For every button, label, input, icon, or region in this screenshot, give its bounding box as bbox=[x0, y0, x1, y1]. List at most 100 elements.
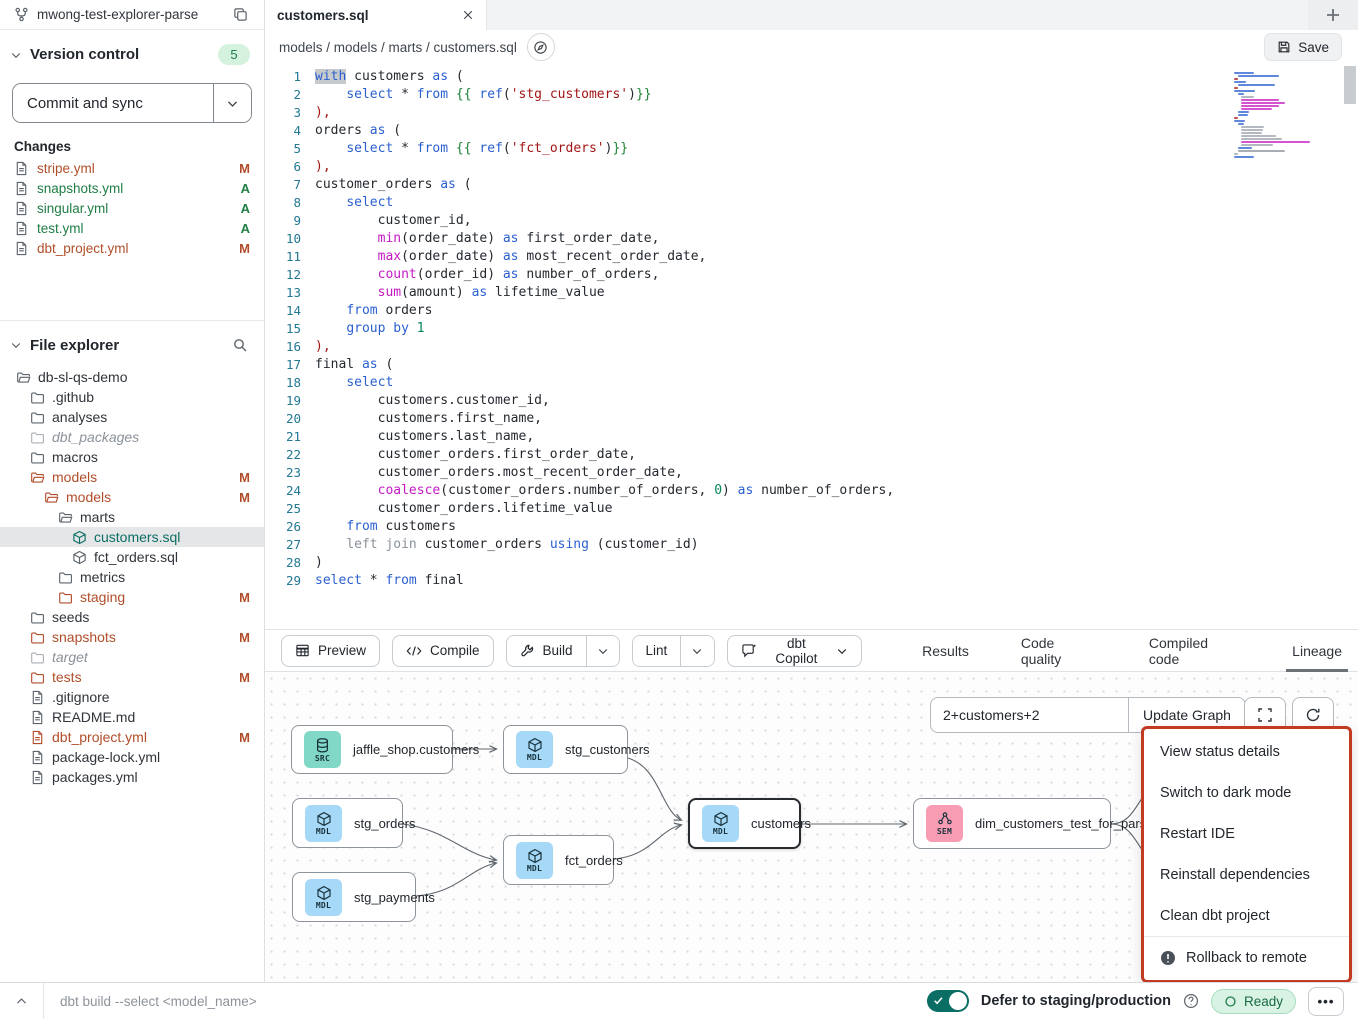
menu-item-rollback-to-remote[interactable]: Rollback to remote bbox=[1144, 937, 1349, 978]
commit-options-button[interactable] bbox=[213, 84, 251, 122]
dbt-copilot-button[interactable]: dbt Copilot bbox=[727, 635, 863, 667]
tree-item-models[interactable]: modelsM bbox=[0, 467, 264, 487]
node-type-badge: SEM bbox=[926, 805, 963, 842]
menu-item-reinstall-dependencies[interactable]: Reinstall dependencies bbox=[1144, 854, 1349, 895]
changes-count-badge: 5 bbox=[218, 44, 250, 65]
panel-tabs: Results Code quality Compiled code Lineage bbox=[922, 630, 1342, 672]
file-icon bbox=[14, 161, 29, 176]
tree-item--github[interactable]: .github bbox=[0, 387, 264, 407]
status-bar: dbt build --select <model_name> Defer to… bbox=[0, 982, 1358, 1019]
build-options-button[interactable] bbox=[586, 636, 619, 666]
code-line: 20 customers.first_name, bbox=[265, 410, 1358, 428]
new-tab-button[interactable] bbox=[1308, 0, 1358, 30]
tree-item-snapshots[interactable]: snapshotsM bbox=[0, 627, 264, 647]
tree-item-target[interactable]: target bbox=[0, 647, 264, 667]
change-row[interactable]: singular.ymlA bbox=[0, 198, 264, 218]
compile-button[interactable]: Compile bbox=[392, 635, 494, 667]
more-options-button[interactable]: ••• bbox=[1308, 987, 1344, 1016]
editor-minimap[interactable] bbox=[1234, 72, 1330, 159]
folder-icon bbox=[30, 650, 45, 665]
lineage-search-input[interactable]: 2+customers+2 bbox=[930, 697, 1128, 733]
compass-icon[interactable] bbox=[527, 33, 555, 61]
tree-item-label: staging bbox=[80, 589, 232, 605]
modified-badge: M bbox=[239, 730, 250, 745]
code-editor[interactable]: 1with customers as (2 select * from {{ r… bbox=[265, 64, 1358, 630]
tree-item-macros[interactable]: macros bbox=[0, 447, 264, 467]
copilot-label: dbt Copilot bbox=[765, 636, 829, 666]
context-menu-items: View status detailsSwitch to dark modeRe… bbox=[1144, 731, 1349, 936]
save-button[interactable]: Save bbox=[1264, 33, 1342, 61]
tree-item-marts[interactable]: marts bbox=[0, 507, 264, 527]
defer-toggle[interactable] bbox=[927, 990, 969, 1012]
build-button[interactable]: Build bbox=[507, 636, 586, 666]
change-file-name: stripe.yml bbox=[37, 161, 231, 176]
tree-item-db-sl-qs-demo[interactable]: db-sl-qs-demo bbox=[0, 367, 264, 387]
change-file-name: singular.yml bbox=[37, 201, 233, 216]
tab-lineage[interactable]: Lineage bbox=[1292, 630, 1342, 672]
node-type-badge: MDL bbox=[702, 805, 739, 842]
menu-item-switch-to-dark-mode[interactable]: Switch to dark mode bbox=[1144, 772, 1349, 813]
file-icon bbox=[30, 730, 45, 745]
tab-code-quality[interactable]: Code quality bbox=[1021, 630, 1097, 672]
lineage-node-stg-customers[interactable]: MDLstg_customers bbox=[503, 725, 628, 774]
file-icon bbox=[30, 710, 45, 725]
code-line: 26 from customers bbox=[265, 518, 1358, 536]
changes-list: stripe.ymlMsnapshots.ymlAsingular.ymlAte… bbox=[0, 158, 264, 258]
tree-item-readme-md[interactable]: README.md bbox=[0, 707, 264, 727]
command-input[interactable]: dbt build --select <model_name> bbox=[44, 994, 927, 1009]
lineage-node-dim-customers-test-for-parse[interactable]: SEMdim_customers_test_for_parse bbox=[913, 798, 1111, 849]
lineage-node-fct-orders[interactable]: MDLfct_orders bbox=[503, 835, 614, 885]
breadcrumb: models / models / marts / customers.sql bbox=[279, 40, 517, 55]
lineage-node-customers[interactable]: MDLcustomers bbox=[688, 798, 801, 849]
change-row[interactable]: snapshots.ymlA bbox=[0, 178, 264, 198]
node-label: stg_customers bbox=[565, 742, 650, 757]
tree-item-models[interactable]: modelsM bbox=[0, 487, 264, 507]
lineage-node-stg-payments[interactable]: MDLstg_payments bbox=[292, 872, 416, 922]
tree-item-package-lock-yml[interactable]: package-lock.yml bbox=[0, 747, 264, 767]
tree-item-metrics[interactable]: metrics bbox=[0, 567, 264, 587]
tree-item-dbt-project-yml[interactable]: dbt_project.ymlM bbox=[0, 727, 264, 747]
copy-icon[interactable] bbox=[231, 5, 250, 24]
check-icon bbox=[933, 995, 944, 1006]
tab-results[interactable]: Results bbox=[922, 630, 969, 672]
change-row[interactable]: dbt_project.ymlM bbox=[0, 238, 264, 258]
tab-customers-sql[interactable]: customers.sql bbox=[265, 0, 487, 30]
change-row[interactable]: test.ymlA bbox=[0, 218, 264, 238]
tree-item-staging[interactable]: stagingM bbox=[0, 587, 264, 607]
tree-item-label: metrics bbox=[80, 569, 250, 585]
preview-button[interactable]: Preview bbox=[281, 635, 380, 667]
file-explorer-header[interactable]: File explorer bbox=[0, 321, 264, 361]
tree-item-customers-sql[interactable]: customers.sql bbox=[0, 527, 264, 547]
chevron-up-icon[interactable] bbox=[0, 983, 44, 1019]
tree-item--gitignore[interactable]: .gitignore bbox=[0, 687, 264, 707]
code-line: 28) bbox=[265, 554, 1358, 572]
tree-item-packages-yml[interactable]: packages.yml bbox=[0, 767, 264, 787]
menu-item-clean-dbt-project[interactable]: Clean dbt project bbox=[1144, 895, 1349, 936]
close-icon[interactable] bbox=[462, 9, 474, 21]
code-line: 25 customer_orders.lifetime_value bbox=[265, 500, 1358, 518]
folder-icon bbox=[30, 630, 45, 645]
menu-item-view-status-details[interactable]: View status details bbox=[1144, 731, 1349, 772]
change-row[interactable]: stripe.ymlM bbox=[0, 158, 264, 178]
tree-item-seeds[interactable]: seeds bbox=[0, 607, 264, 627]
left-sidebar: mwong-test-explorer-parse Version contro… bbox=[0, 0, 265, 982]
chevron-down-icon bbox=[10, 49, 22, 61]
tab-compiled-code[interactable]: Compiled code bbox=[1149, 630, 1240, 672]
lint-button[interactable]: Lint bbox=[633, 636, 681, 666]
lint-options-button[interactable] bbox=[680, 636, 713, 666]
tree-item-tests[interactable]: testsM bbox=[0, 667, 264, 687]
tree-item-fct-orders-sql[interactable]: fct_orders.sql bbox=[0, 547, 264, 567]
version-control-header[interactable]: Version control 5 bbox=[0, 30, 264, 71]
search-icon[interactable] bbox=[230, 335, 250, 355]
commit-and-sync-button[interactable]: Commit and sync bbox=[13, 84, 213, 122]
help-icon[interactable] bbox=[1183, 993, 1199, 1009]
menu-item-restart-ide[interactable]: Restart IDE bbox=[1144, 813, 1349, 854]
lineage-node-stg-orders[interactable]: MDLstg_orders bbox=[292, 798, 403, 848]
tree-item-dbt-packages[interactable]: dbt_packages bbox=[0, 427, 264, 447]
node-label: stg_orders bbox=[354, 816, 415, 831]
code-line: 12 count(order_id) as number_of_orders, bbox=[265, 266, 1358, 284]
tree-item-analyses[interactable]: analyses bbox=[0, 407, 264, 427]
editor-scrollbar[interactable] bbox=[1344, 66, 1356, 104]
lineage-node-jaffle-shop-customers[interactable]: SRCjaffle_shop.customers bbox=[291, 725, 453, 774]
ready-status-badge: Ready bbox=[1211, 989, 1296, 1014]
